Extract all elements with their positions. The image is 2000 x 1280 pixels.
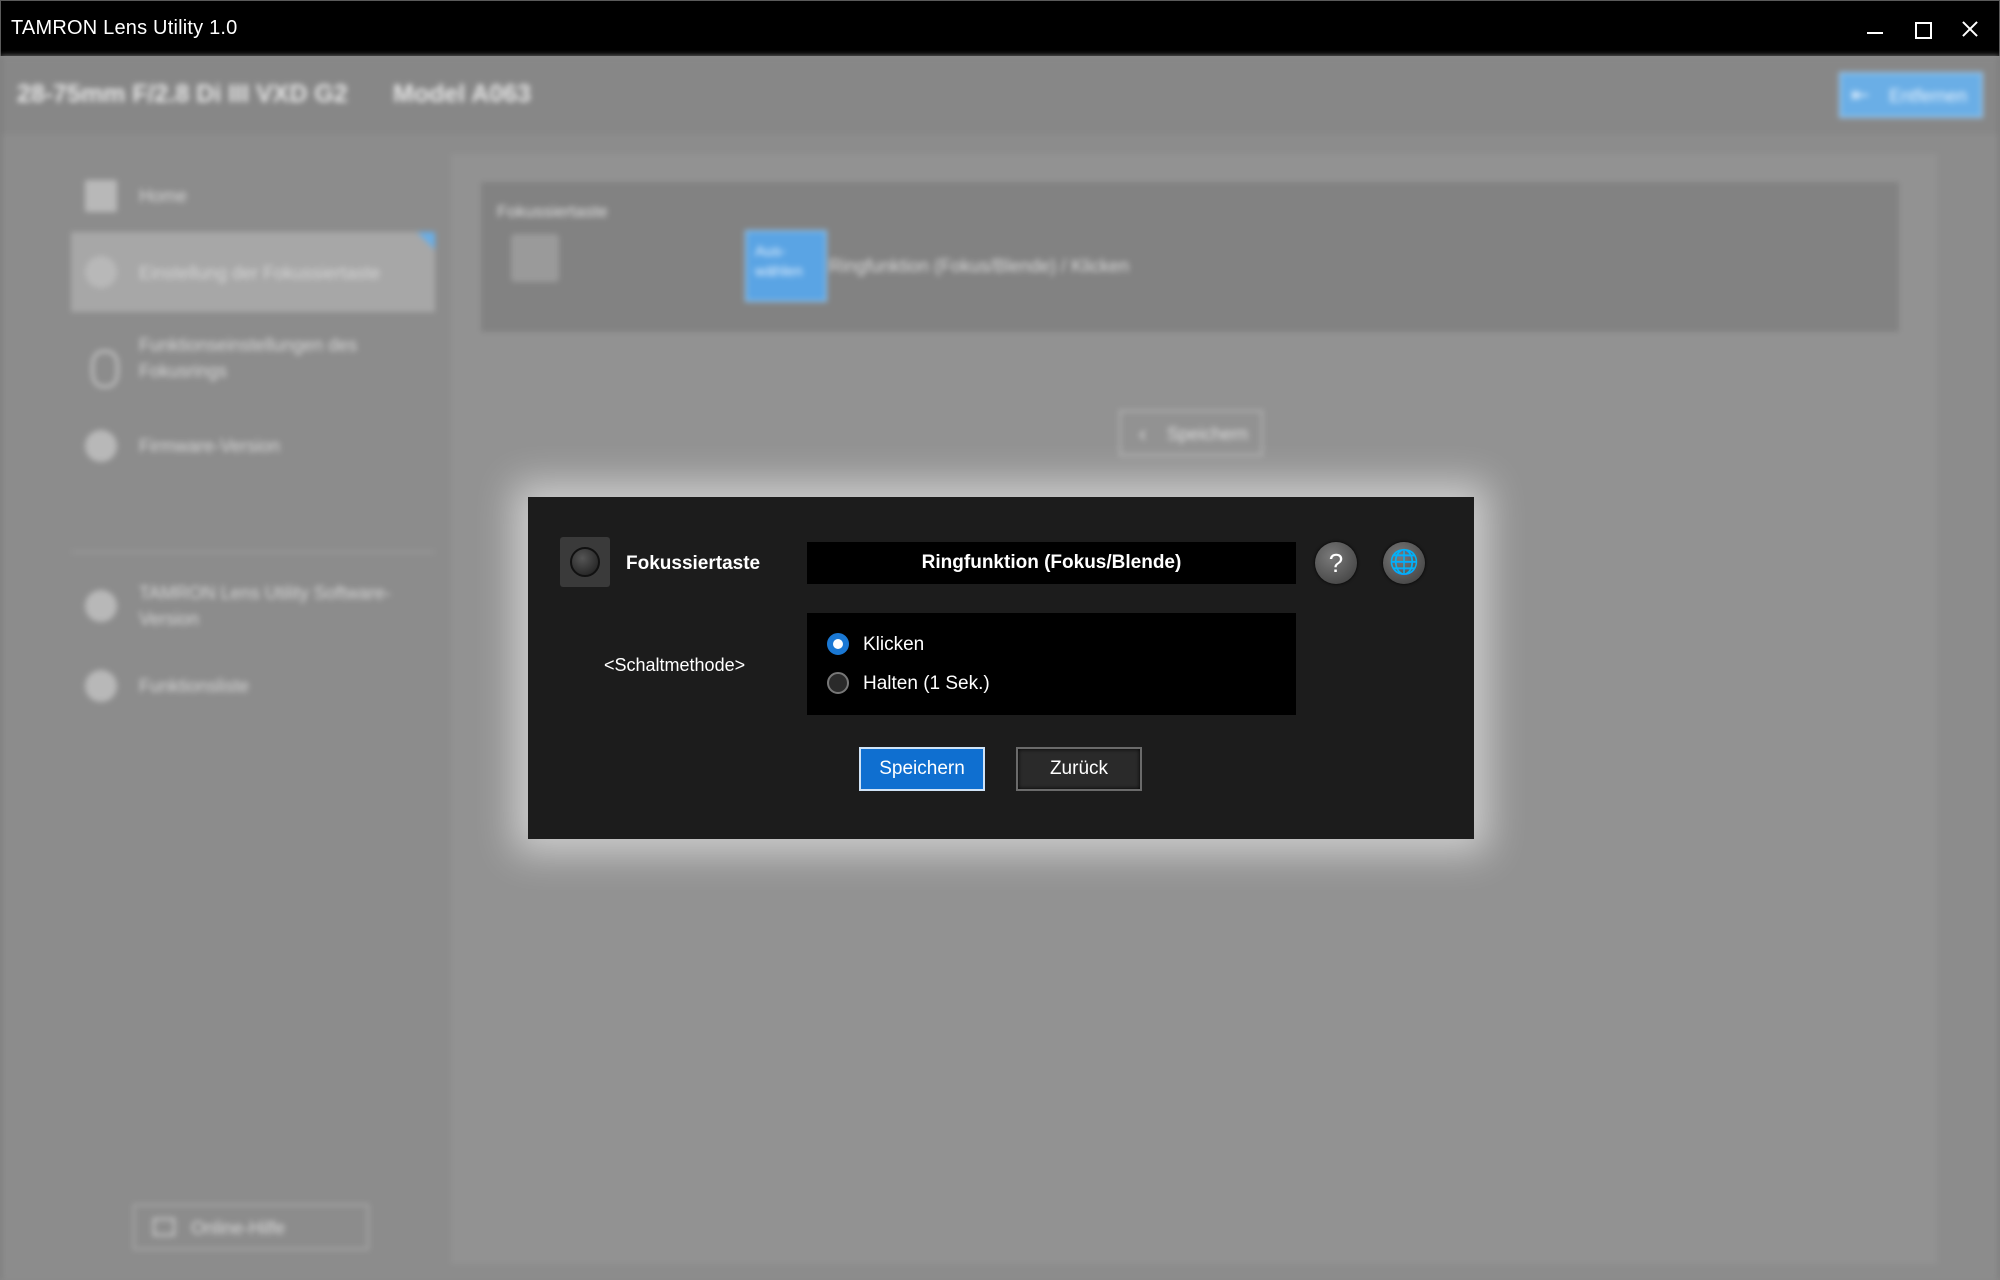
focus-button-icon bbox=[560, 537, 610, 587]
minimize-button[interactable] bbox=[1853, 9, 1897, 49]
window-title: TAMRON Lens Utility 1.0 bbox=[11, 17, 238, 39]
save-button[interactable]: Speichern bbox=[859, 747, 985, 791]
current-function: Ringfunktion (Fokus/Blende) / Klicken bbox=[829, 256, 1130, 276]
sidebar-item-focus-button: Einstellung der Fokussiertaste bbox=[71, 232, 435, 312]
select-button: Aus-wählen bbox=[745, 230, 827, 302]
focus-button-panel: Fokussiertaste Aus-wählen Ringfunktion (… bbox=[481, 182, 1899, 332]
focus-button-icon bbox=[511, 234, 559, 282]
sidebar-item-label: TAMRON Lens Utility Software-Version bbox=[139, 583, 391, 629]
lens-model: Model A063 bbox=[393, 80, 532, 108]
focus-button-dialog: Fokussiertaste Ringfunktion (Fokus/Blend… bbox=[528, 497, 1474, 839]
online-help-button: Online-Hilfe bbox=[133, 1204, 369, 1250]
sidebar-item-firmware: Firmware-Version bbox=[71, 406, 435, 486]
switch-method-label: <Schaltmethode> bbox=[604, 655, 746, 675]
background-save-label: Speichern bbox=[1167, 424, 1249, 444]
radio-selected-icon bbox=[827, 633, 849, 655]
sidebar-item-focus-ring: Funktionseinstellungen des Fokusrings bbox=[71, 326, 435, 396]
close-button[interactable] bbox=[1949, 9, 1993, 49]
sidebar-divider bbox=[71, 551, 435, 553]
back-button[interactable]: Zurück bbox=[1016, 747, 1142, 791]
sidebar-item-software-version: TAMRON Lens Utility Software-Version bbox=[71, 566, 435, 646]
maximize-button[interactable] bbox=[1901, 9, 1945, 49]
info-icon bbox=[85, 590, 117, 622]
window-icon bbox=[153, 1218, 175, 1236]
remove-button: ⇤ Entfernen bbox=[1839, 72, 1983, 118]
sidebar-item-label: Funktionsliste bbox=[139, 676, 250, 696]
exit-icon: ⇤ bbox=[1851, 82, 1870, 107]
switch-method-options: Klicken Halten (1 Sek.) bbox=[807, 613, 1296, 715]
sidebar-item-label: Firmware-Version bbox=[139, 436, 281, 456]
sidebar-item-label: Einstellung der Fokussiertaste bbox=[139, 263, 381, 283]
remove-button-label: Entfernen bbox=[1889, 86, 1968, 106]
radio-unselected-icon bbox=[827, 672, 849, 694]
function-display: Ringfunktion (Fokus/Blende) bbox=[807, 542, 1296, 584]
sidebar-item-label: Home bbox=[139, 186, 188, 206]
finger-icon bbox=[85, 256, 117, 288]
online-help-label: Online-Hilfe bbox=[191, 1218, 286, 1238]
lens-name: 28-75mm F/2.8 Di III VXD G2 bbox=[17, 80, 348, 108]
sidebar-item-home: Home bbox=[71, 156, 435, 236]
lens-bar: 28-75mm F/2.8 Di III VXD G2 Model A063 ⇤… bbox=[1, 56, 1999, 134]
ring-icon bbox=[91, 350, 119, 388]
title-bar: TAMRON Lens Utility 1.0 bbox=[0, 0, 2000, 56]
help-icon[interactable]: ? bbox=[1315, 542, 1357, 584]
radio-click-label: Klicken bbox=[863, 634, 925, 655]
dialog-title: Fokussiertaste bbox=[626, 553, 761, 574]
home-icon bbox=[85, 180, 117, 212]
sidebar-item-label: Funktionseinstellungen des Fokusrings bbox=[139, 335, 358, 381]
sidebar-item-function-list: Funktionsliste bbox=[71, 646, 435, 726]
chevron-left-icon: ‹ bbox=[1139, 421, 1147, 446]
panel-label: Fokussiertaste bbox=[497, 202, 608, 221]
sidebar: Home Einstellung der Fokussiertaste Funk… bbox=[71, 156, 436, 1276]
list-icon bbox=[85, 670, 117, 702]
background-save-button: ‹ Speichern bbox=[1119, 410, 1263, 456]
chip-icon bbox=[85, 430, 117, 462]
globe-icon[interactable]: 🌐 bbox=[1383, 542, 1425, 584]
radio-hold-label: Halten (1 Sek.) bbox=[863, 673, 990, 694]
